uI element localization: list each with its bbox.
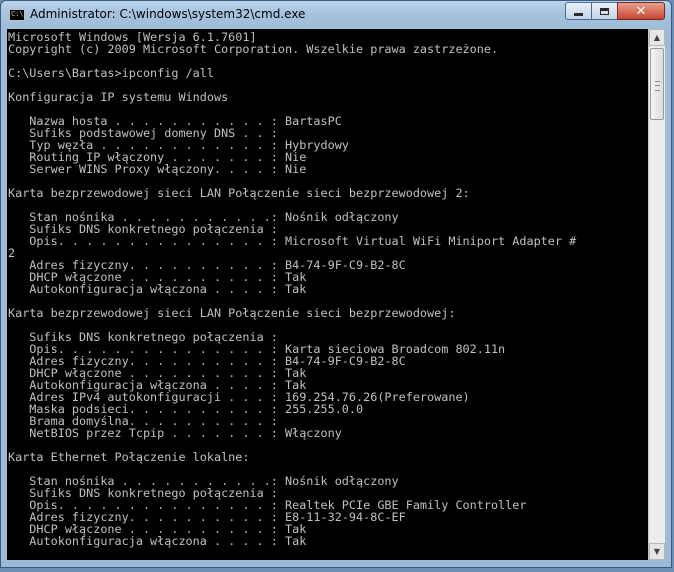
minimize-button[interactable] xyxy=(565,2,592,20)
minimize-icon xyxy=(574,12,583,16)
console-text: Microsoft Windows [Wersja 6.1.7601] Copy… xyxy=(7,29,648,547)
close-icon: ✕ xyxy=(635,3,647,19)
maximize-button[interactable] xyxy=(591,2,618,20)
maximize-icon xyxy=(600,7,609,15)
grip-icon xyxy=(655,81,660,91)
scroll-up-arrow-icon[interactable]: ▲ xyxy=(649,29,665,46)
vertical-scrollbar[interactable]: ▲ ▼ xyxy=(648,29,665,560)
scroll-thumb[interactable] xyxy=(650,48,664,120)
scroll-down-arrow-icon[interactable]: ▼ xyxy=(649,543,665,560)
console-line: Opis. . . . . . . . . . . . . . . : Micr… xyxy=(8,234,577,248)
title-bar[interactable]: C:\ Administrator: C:\windows\system32\c… xyxy=(1,1,671,31)
console-line: Konfiguracja IP systemu Windows xyxy=(8,90,229,104)
cmd-window: C:\ Administrator: C:\windows\system32\c… xyxy=(0,0,672,568)
console-line: Karta bezprzewodowej sieci LAN Połączeni… xyxy=(8,186,470,200)
close-button[interactable]: ✕ xyxy=(617,2,665,20)
console-output[interactable]: Microsoft Windows [Wersja 6.1.7601] Copy… xyxy=(7,29,648,560)
console-line: Autokonfiguracja włączona . . . . : Tak xyxy=(8,534,307,548)
console-line: Serwer WINS Proxy włączony. . . . : Nie xyxy=(8,162,307,176)
console-line: Karta Ethernet Połączenie lokalne: xyxy=(8,450,250,464)
console-line: Copyright (c) 2009 Microsoft Corporation… xyxy=(8,42,499,56)
console-line: NetBIOS przez Tcpip . . . . . . . : Włąc… xyxy=(8,426,342,440)
console-line: Autokonfiguracja włączona . . . . : Tak xyxy=(8,282,307,296)
window-title: Administrator: C:\windows\system32\cmd.e… xyxy=(30,7,306,21)
app-icon-text: C:\ xyxy=(11,10,24,18)
console-line: C:\Users\Bartas>ipconfig /all xyxy=(8,66,214,80)
console-line: Karta bezprzewodowej sieci LAN Połączeni… xyxy=(8,306,456,320)
cmd-app-icon[interactable]: C:\ xyxy=(9,9,25,21)
